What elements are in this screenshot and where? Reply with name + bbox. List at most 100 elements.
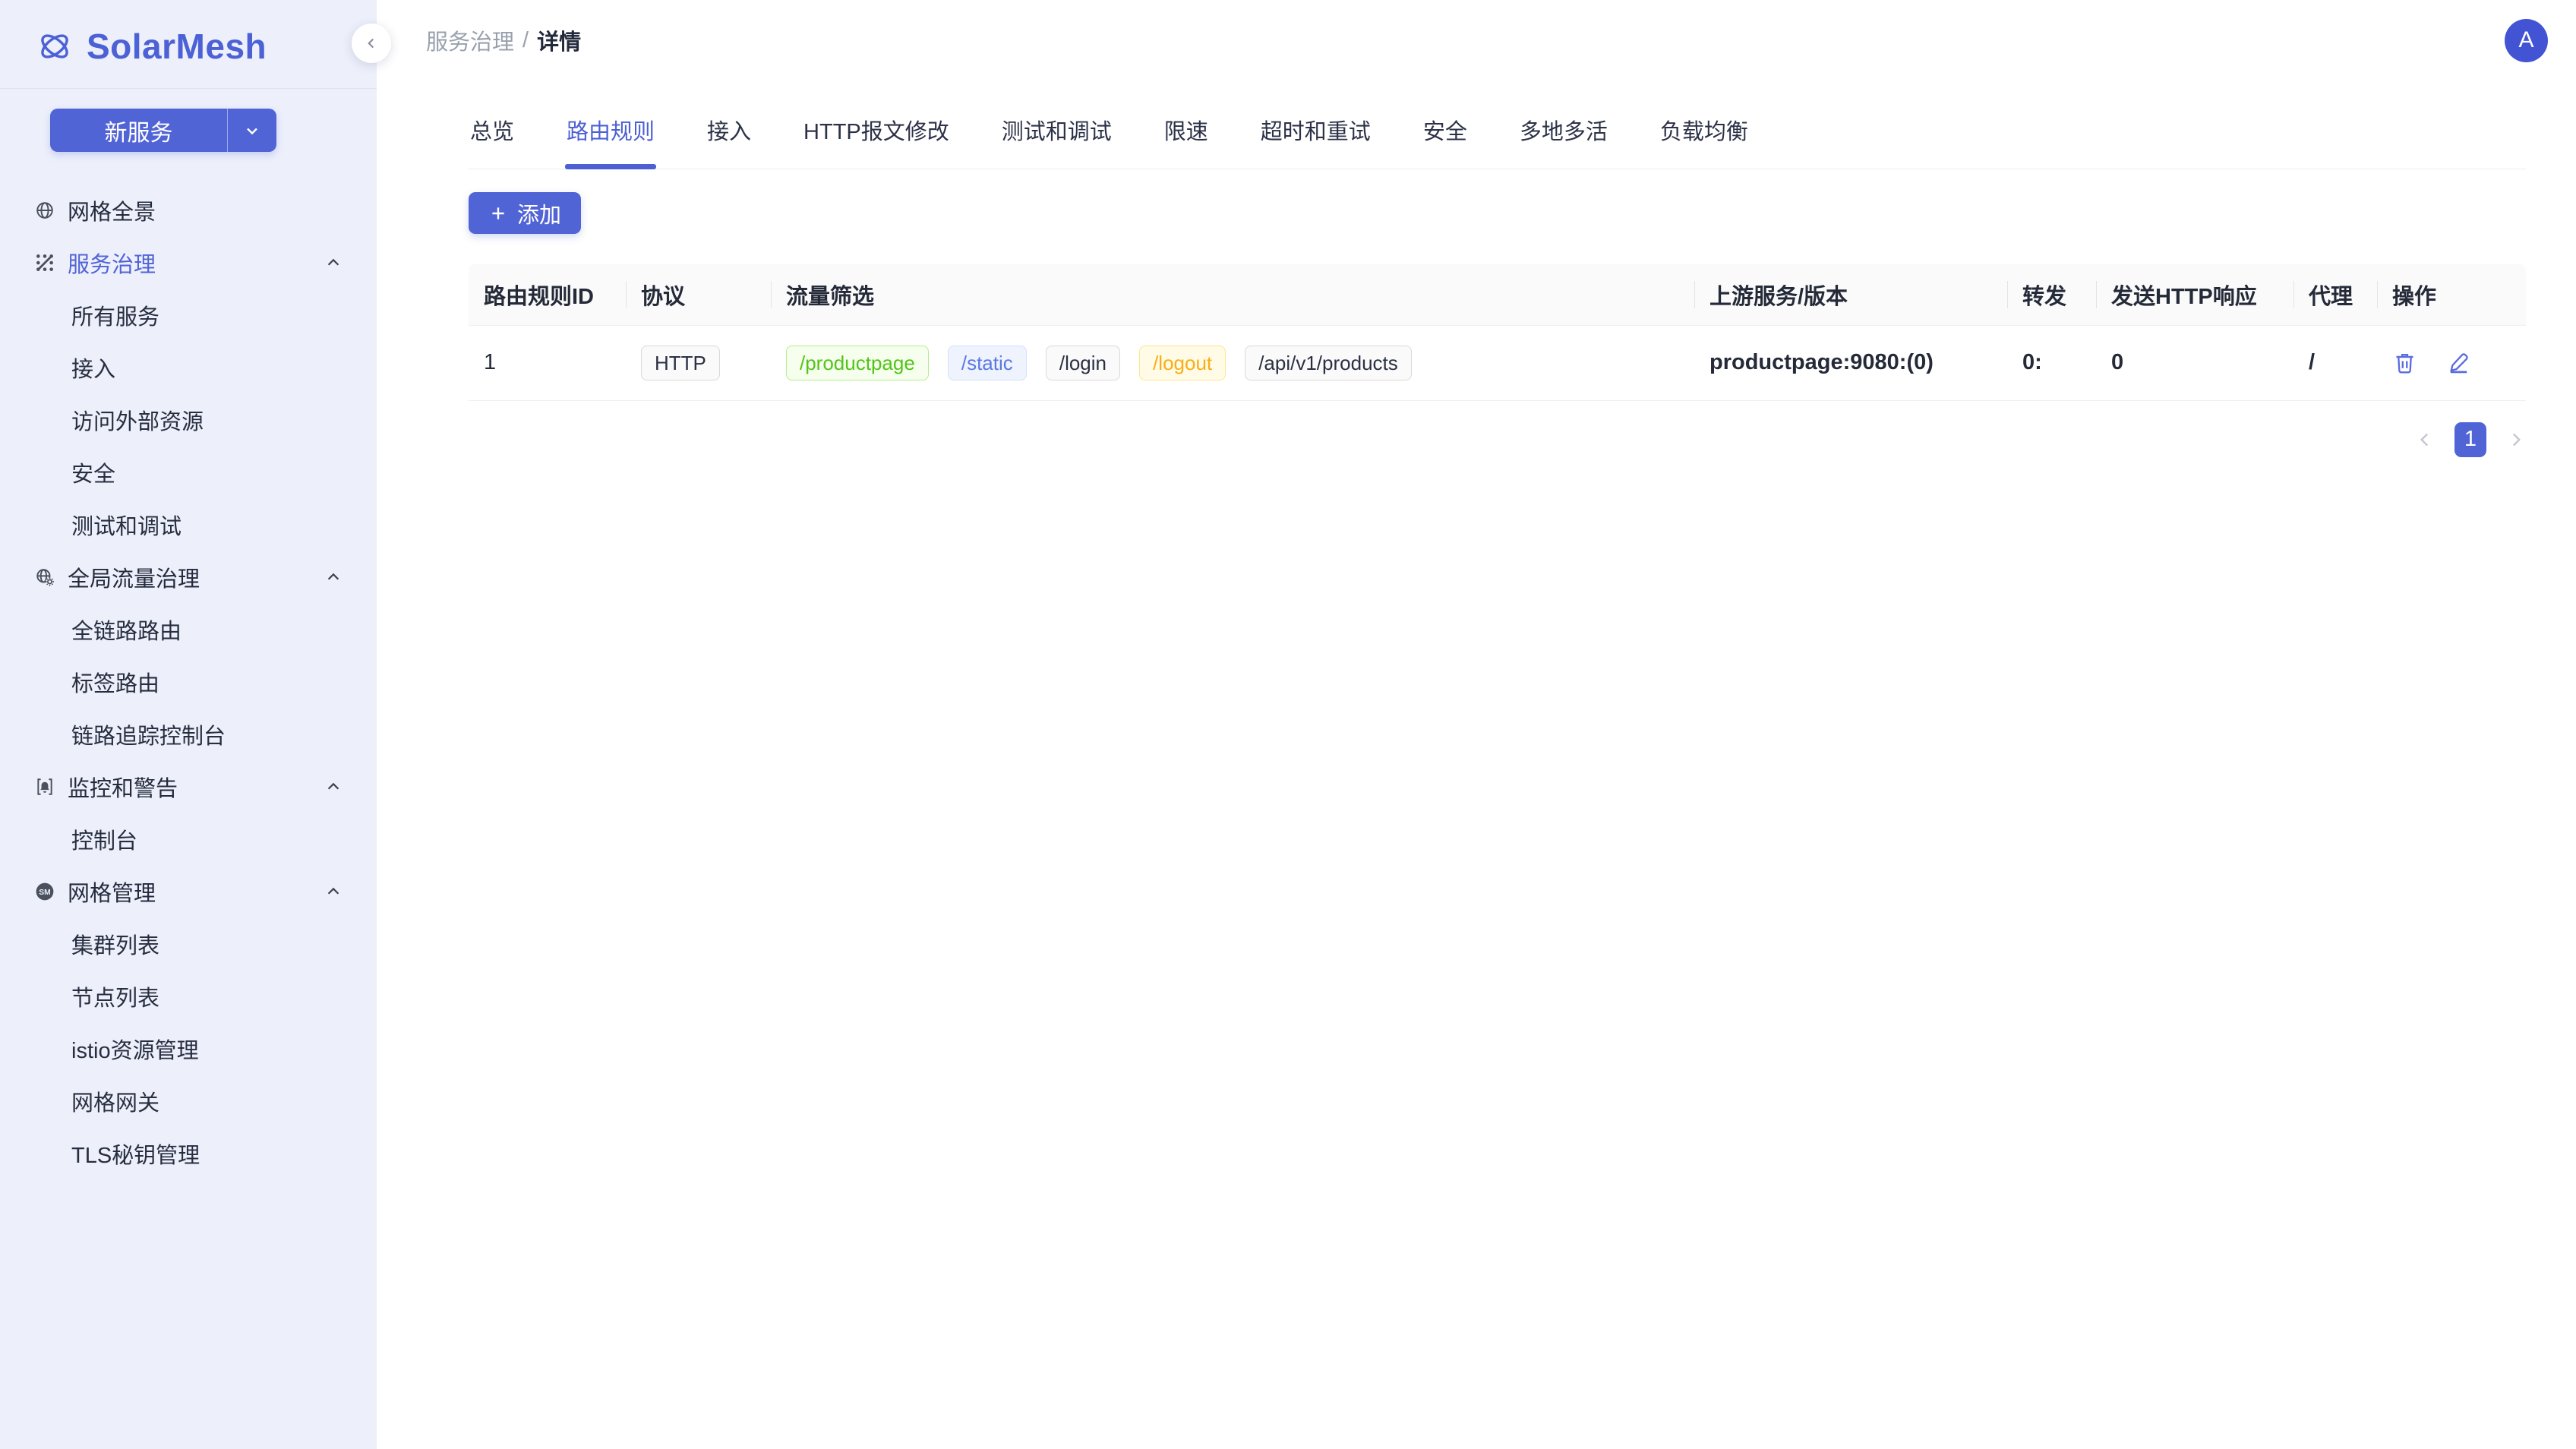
filter-tag: /api/v1/products	[1245, 346, 1412, 380]
sidebar-item-istio-resource-management[interactable]: istio资源管理	[0, 1022, 377, 1075]
tab-label: 限速	[1164, 120, 1208, 144]
sidebar-item-mesh-management[interactable]: SM 网格管理	[0, 865, 377, 917]
sm-badge-icon: SM	[35, 882, 55, 901]
sidebar-item-security[interactable]: 安全	[0, 446, 377, 498]
filter-tag: /logout	[1139, 346, 1226, 380]
trash-icon	[2392, 350, 2417, 375]
pagination-prev-button[interactable]	[2415, 430, 2435, 450]
sidebar-item-trace-console[interactable]: 链路追踪控制台	[0, 708, 377, 760]
add-button-label: 添加	[517, 197, 561, 229]
sidebar-item-label: 测试和调试	[71, 509, 182, 541]
column-header-forward: 转发	[2007, 264, 2096, 325]
sidebar-item-test-and-debug[interactable]: 测试和调试	[0, 498, 377, 551]
sidebar-item-all-services[interactable]: 所有服务	[0, 289, 377, 341]
sidebar-item-label: 安全	[71, 456, 115, 488]
sidebar-item-full-link-routing[interactable]: 全链路路由	[0, 603, 377, 655]
filter-tag: /login	[1046, 346, 1120, 380]
edit-button[interactable]	[2446, 350, 2471, 375]
sidebar-item-mesh-panorama[interactable]: 网格全景	[0, 184, 377, 236]
cell-rule-id: 1	[469, 325, 626, 400]
chevron-right-icon	[2506, 430, 2526, 450]
plus-icon	[488, 204, 508, 223]
sidebar-item-label: 网格网关	[71, 1085, 159, 1117]
tab-label: 负载均衡	[1660, 120, 1748, 144]
column-header-proxy: 代理	[2293, 264, 2377, 325]
new-service-dropdown-button[interactable]	[228, 109, 276, 152]
main-area: 服务治理 / 详情 A 总览 路由规则 接入 HTTP报文修改 测试和调试 限速…	[377, 0, 2576, 1449]
add-button[interactable]: 添加	[469, 192, 581, 234]
table-header-row: 路由规则ID 协议 流量筛选 上游服务/版本 转发 发送HTTP响应 代理 操作	[469, 264, 2526, 325]
sidebar-item-service-governance[interactable]: 服务治理	[0, 236, 377, 289]
sidebar-item-label: 服务治理	[68, 247, 156, 279]
tab-access[interactable]: 接入	[706, 94, 753, 169]
tab-label: 总览	[470, 120, 514, 144]
tab-rate-limit[interactable]: 限速	[1163, 94, 1210, 169]
sidebar-item-label: 控制台	[71, 823, 137, 855]
column-header-actions: 操作	[2377, 264, 2526, 325]
sidebar-item-access-entry[interactable]: 接入	[0, 341, 377, 393]
cell-forward: 0:	[2007, 325, 2096, 400]
pagination: 1	[469, 422, 2526, 457]
cell-traffic-filters: /productpage /static /login /logout /api…	[771, 325, 1694, 400]
column-header-traffic-filter: 流量筛选	[771, 264, 1694, 325]
tab-label: HTTP报文修改	[803, 120, 949, 144]
sidebar-item-global-traffic-governance[interactable]: 全局流量治理	[0, 551, 377, 603]
tab-label: 超时和重试	[1261, 120, 1371, 144]
sidebar-item-monitoring-alerts[interactable]: 监控和警告	[0, 760, 377, 813]
column-header-rule-id: 路由规则ID	[469, 264, 626, 325]
tab-label: 接入	[707, 120, 751, 144]
sidebar-item-cluster-list[interactable]: 集群列表	[0, 917, 377, 970]
pagination-page-1[interactable]: 1	[2454, 422, 2486, 457]
tab-load-balancing[interactable]: 负载均衡	[1659, 94, 1750, 169]
cell-actions	[2377, 325, 2526, 400]
sidebar-item-label-routing[interactable]: 标签路由	[0, 655, 377, 708]
new-service-button[interactable]: 新服务	[50, 109, 228, 152]
sidebar-item-console[interactable]: 控制台	[0, 813, 377, 865]
breadcrumb-parent[interactable]: 服务治理	[426, 24, 514, 56]
sidebar-collapse-button[interactable]	[352, 24, 391, 63]
chevron-up-icon[interactable]	[325, 778, 342, 795]
sidebar-item-external-resources[interactable]: 访问外部资源	[0, 393, 377, 446]
column-header-http-response: 发送HTTP响应	[2096, 264, 2293, 325]
filter-tag: /static	[948, 346, 1027, 380]
pencil-icon	[2446, 350, 2471, 375]
tab-test-debug[interactable]: 测试和调试	[1000, 94, 1113, 169]
pagination-next-button[interactable]	[2506, 430, 2526, 450]
topbar: 服务治理 / 详情 A	[377, 0, 2576, 80]
alert-bell-icon	[35, 777, 55, 797]
sidebar-item-node-list[interactable]: 节点列表	[0, 970, 377, 1022]
solarmesh-logo-icon	[36, 28, 73, 65]
protocol-tag: HTTP	[641, 346, 720, 380]
globe-gear-icon	[35, 567, 55, 587]
tab-security[interactable]: 安全	[1422, 94, 1469, 169]
sidebar-divider	[0, 88, 377, 89]
tab-timeout-retry[interactable]: 超时和重试	[1259, 94, 1372, 169]
column-header-protocol: 协议	[626, 264, 771, 325]
chevron-up-icon[interactable]	[325, 569, 342, 586]
tab-bar: 总览 路由规则 接入 HTTP报文修改 测试和调试 限速 超时和重试 安全 多地…	[469, 94, 2526, 169]
chevron-up-icon[interactable]	[325, 883, 342, 900]
chevron-up-icon[interactable]	[325, 254, 342, 271]
chevron-left-icon	[363, 35, 380, 52]
new-service-split-button: 新服务	[50, 109, 276, 152]
table-row: 1 HTTP /productpage /static /login /logo…	[469, 325, 2526, 400]
tab-route-rules[interactable]: 路由规则	[565, 94, 656, 169]
svg-text:SM: SM	[39, 888, 50, 896]
sidebar-item-label: 全局流量治理	[68, 561, 200, 593]
logo[interactable]: SolarMesh	[0, 0, 377, 65]
cell-protocol: HTTP	[626, 325, 771, 400]
tab-label: 多地多活	[1520, 120, 1608, 144]
sidebar-item-tls-key-management[interactable]: TLS秘钥管理	[0, 1127, 377, 1179]
sidebar-item-label: istio资源管理	[71, 1033, 199, 1065]
tab-overview[interactable]: 总览	[469, 94, 516, 169]
tab-multi-region[interactable]: 多地多活	[1518, 94, 1609, 169]
sidebar-item-label: 全链路路由	[71, 614, 182, 646]
tab-http-modify[interactable]: HTTP报文修改	[802, 94, 951, 169]
sidebar-item-label: 节点列表	[71, 980, 159, 1012]
sidebar: SolarMesh 新服务 网格全景	[0, 0, 377, 1449]
avatar[interactable]: A	[2505, 19, 2548, 62]
sidebar-item-mesh-gateway[interactable]: 网格网关	[0, 1075, 377, 1127]
sidebar-item-label: 访问外部资源	[71, 404, 204, 436]
delete-button[interactable]	[2392, 350, 2417, 375]
sidebar-item-label: 接入	[71, 352, 115, 384]
